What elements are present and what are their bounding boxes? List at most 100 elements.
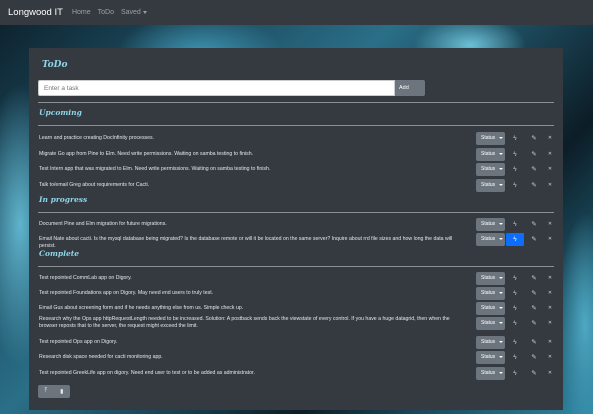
status-label: Status: [481, 236, 496, 242]
task-row: Email Gus about screening form and if he…: [39, 302, 555, 316]
task-row: Test Intern app that was migrated to Elm…: [39, 163, 555, 177]
close-icon[interactable]: ✕: [541, 163, 559, 176]
caret-down-icon: [498, 183, 503, 186]
nav-home[interactable]: Home: [72, 9, 91, 16]
close-icon[interactable]: ✕: [541, 132, 559, 145]
status-dropdown[interactable]: Status: [476, 272, 505, 285]
close-icon[interactable]: ✕: [541, 233, 559, 246]
lightning-icon[interactable]: ϟ: [506, 218, 524, 231]
footer-buttons: ⤒ ▮: [38, 385, 70, 398]
navbar: Longwood IT Home ToDo Saved: [0, 0, 593, 25]
close-icon[interactable]: ✕: [541, 218, 559, 231]
caret-down-icon: [498, 222, 503, 225]
lightning-icon[interactable]: ϟ: [506, 163, 524, 176]
close-icon[interactable]: ✕: [541, 287, 559, 300]
add-button[interactable]: Add: [395, 80, 425, 96]
close-icon[interactable]: ✕: [541, 317, 559, 330]
close-icon[interactable]: ✕: [541, 351, 559, 364]
status-dropdown[interactable]: Status: [476, 148, 505, 161]
task-text: Migrate Go app from Pine to Elm. Need wr…: [39, 151, 254, 157]
brand[interactable]: Longwood IT: [8, 7, 63, 18]
task-row: Research disk space needed for cacti mon…: [39, 351, 555, 365]
caret-down-icon: [498, 291, 503, 294]
close-icon[interactable]: ✕: [541, 302, 559, 315]
section-divider: [38, 125, 554, 126]
lightning-icon[interactable]: ϟ: [506, 302, 524, 315]
lightning-icon[interactable]: ϟ: [506, 351, 524, 364]
lightning-icon[interactable]: ϟ: [506, 233, 524, 246]
task-row: Research why the Ops app httpRequestLeng…: [39, 316, 555, 331]
task-text: Test repointed Foundations app on Digory…: [39, 290, 214, 296]
status-dropdown[interactable]: Status: [476, 351, 505, 364]
task-row: Migrate Go app from Pine to Elm. Need wr…: [39, 148, 555, 162]
status-label: Status: [481, 182, 496, 188]
divider: [38, 102, 554, 103]
task-text: Talk to/email Greg about requirements fo…: [39, 182, 150, 188]
nav-saved-dropdown[interactable]: Saved: [121, 9, 147, 16]
nav-todo[interactable]: ToDo: [98, 9, 114, 16]
lightning-icon[interactable]: ϟ: [506, 336, 524, 349]
caret-down-icon: [498, 355, 503, 358]
task-text: Research why the Ops app httpRequestLeng…: [39, 316, 450, 329]
task-text: Email Nate about cacti. Is the mysql dat…: [39, 236, 453, 249]
file-icon[interactable]: ▮: [60, 388, 63, 395]
section-title-upcoming: Upcoming: [39, 108, 82, 117]
status-label: Status: [481, 290, 496, 296]
status-dropdown[interactable]: Status: [476, 179, 505, 192]
status-dropdown[interactable]: Status: [476, 302, 505, 315]
close-icon[interactable]: ✕: [541, 367, 559, 380]
task-text: Document Pine and Elm migration for futu…: [39, 221, 167, 227]
task-text: Research disk space needed for cacti mon…: [39, 354, 163, 360]
status-dropdown[interactable]: Status: [476, 163, 505, 176]
close-icon[interactable]: ✕: [541, 272, 559, 285]
lightning-icon[interactable]: ϟ: [506, 179, 524, 192]
status-dropdown[interactable]: Status: [476, 336, 505, 349]
lightning-icon[interactable]: ϟ: [506, 148, 524, 161]
status-label: Status: [481, 135, 496, 141]
status-dropdown[interactable]: Status: [476, 132, 505, 145]
section-divider: [38, 212, 554, 213]
lightning-icon[interactable]: ϟ: [506, 272, 524, 285]
lightning-icon[interactable]: ϟ: [506, 317, 524, 330]
section-title-complete: Complete: [39, 249, 80, 258]
status-dropdown[interactable]: Status: [476, 287, 505, 300]
task-text: Test repointed Ops app on Digory.: [39, 339, 118, 345]
todo-panel: ToDo Add ⤒ ▮ Upcoming Learn and practice …: [29, 48, 563, 410]
lightning-icon[interactable]: ϟ: [506, 132, 524, 145]
close-icon[interactable]: ✕: [541, 336, 559, 349]
status-dropdown[interactable]: Status: [476, 233, 505, 246]
status-label: Status: [481, 320, 496, 326]
lightning-icon[interactable]: ϟ: [506, 367, 524, 380]
upload-icon[interactable]: ⤒: [45, 388, 48, 395]
page-title: ToDo: [42, 60, 68, 70]
status-label: Status: [481, 275, 496, 281]
close-icon[interactable]: ✕: [541, 179, 559, 192]
saved-label: Saved: [120, 9, 141, 16]
caret-down-icon: [498, 237, 503, 240]
close-icon[interactable]: ✕: [541, 148, 559, 161]
section-divider: [38, 266, 554, 267]
caret-down-icon: [498, 371, 503, 374]
caret-down-icon: [498, 321, 503, 324]
task-row: Talk to/email Greg about requirements fo…: [39, 179, 555, 193]
task-row: Learn and practice creating DocInfinity …: [39, 132, 555, 146]
status-dropdown[interactable]: Status: [476, 367, 505, 380]
section-title-in-progress: In progress: [39, 195, 88, 204]
task-row: Test repointed Ops app on Digory. Status…: [39, 336, 555, 350]
task-row: Test repointed GreekLife app on digory. …: [39, 367, 555, 381]
task-row: Email Nate about cacti. Is the mysql dat…: [39, 233, 555, 249]
caret-down-icon: [498, 276, 503, 279]
status-label: Status: [481, 305, 496, 311]
caret-down-icon: [498, 306, 503, 309]
lightning-icon[interactable]: ϟ: [506, 287, 524, 300]
status-dropdown[interactable]: Status: [476, 317, 505, 330]
caret-down-icon: [142, 10, 147, 14]
status-label: Status: [481, 339, 496, 345]
task-text: Test repointed CommLab app on Digory.: [39, 275, 132, 281]
status-label: Status: [481, 354, 496, 360]
task-input[interactable]: [38, 80, 395, 96]
status-dropdown[interactable]: Status: [476, 218, 505, 231]
task-row: Test repointed CommLab app on Digory. St…: [39, 272, 555, 286]
caret-down-icon: [498, 136, 503, 139]
task-row: Document Pine and Elm migration for futu…: [39, 218, 555, 232]
